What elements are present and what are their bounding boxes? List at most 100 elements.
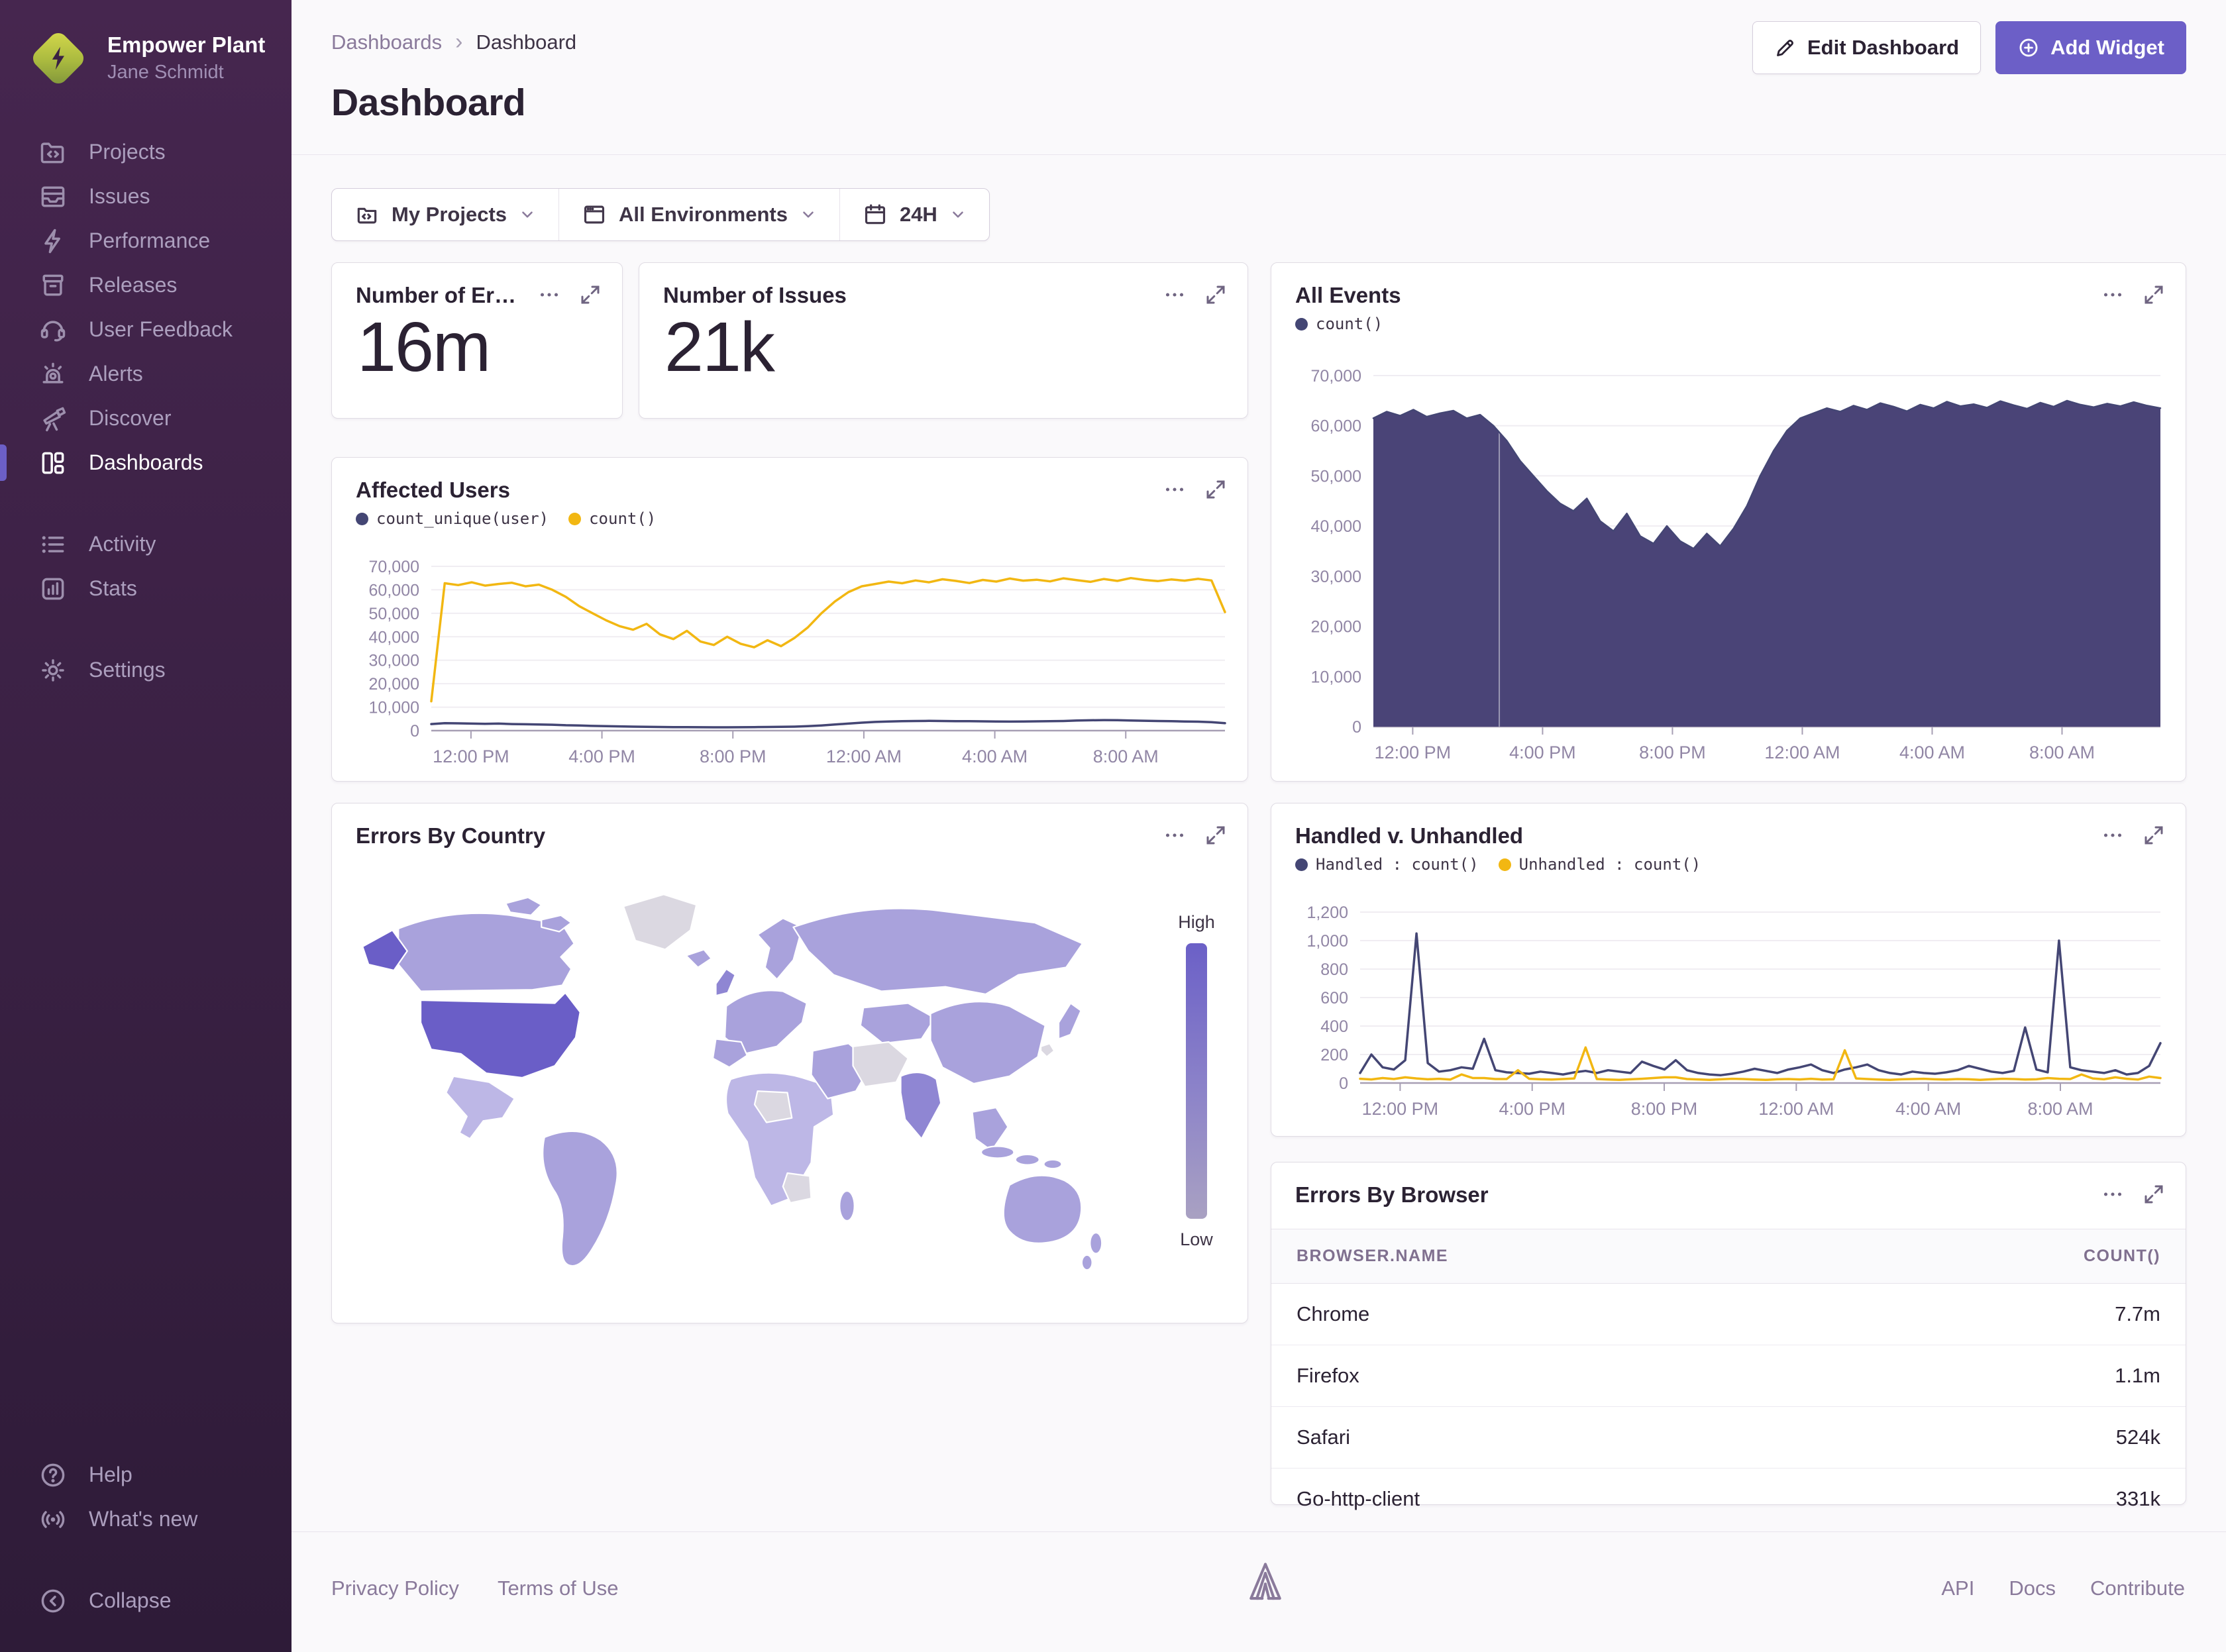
- docs-link[interactable]: Docs: [2009, 1576, 2056, 1600]
- svg-text:50,000: 50,000: [369, 605, 419, 623]
- sentry-logo[interactable]: [1240, 1558, 1291, 1608]
- expand-icon[interactable]: [1204, 478, 1228, 501]
- ellipsis-menu-icon[interactable]: [2101, 823, 2125, 847]
- table-row[interactable]: Firefox1.1m: [1271, 1345, 2186, 1407]
- footer-divider: [292, 1531, 2226, 1532]
- svg-text:1,000: 1,000: [1306, 932, 1348, 951]
- calendar-icon: [863, 202, 888, 227]
- sidebar-item-performance[interactable]: Performance: [0, 219, 292, 263]
- sidebar-item-user-feedback[interactable]: User Feedback: [0, 307, 292, 352]
- privacy-policy-link[interactable]: Privacy Policy: [331, 1576, 459, 1600]
- sidebar-item-collapse[interactable]: Collapse: [0, 1578, 292, 1623]
- footer-left-links: Privacy Policy Terms of Use: [331, 1576, 619, 1600]
- expand-icon[interactable]: [1204, 823, 1228, 847]
- ellipsis-menu-icon[interactable]: [2101, 1182, 2125, 1206]
- sidebar-item-alerts[interactable]: Alerts: [0, 352, 292, 396]
- ellipsis-menu-icon[interactable]: [1163, 283, 1187, 307]
- sidebar-item-issues[interactable]: Issues: [0, 174, 292, 219]
- column-browser-name: BROWSER.NAME: [1271, 1229, 1832, 1284]
- sidebar-item-help[interactable]: Help: [0, 1453, 292, 1497]
- user-feedback-icon: [38, 315, 68, 344]
- chevron-down-icon: [800, 206, 817, 223]
- expand-icon[interactable]: [2142, 823, 2166, 847]
- broadcast-icon: [38, 1505, 68, 1534]
- performance-icon: [38, 227, 68, 256]
- svg-text:8:00 AM: 8:00 AM: [2029, 743, 2095, 762]
- breadcrumb-dashboards-link[interactable]: Dashboards: [331, 30, 442, 54]
- svg-text:40,000: 40,000: [1311, 517, 1361, 536]
- map-color-legend: High Low: [1173, 912, 1220, 1250]
- table-header-row: BROWSER.NAME COUNT(): [1271, 1229, 2186, 1284]
- big-number-value: 16m: [357, 307, 490, 387]
- expand-icon[interactable]: [1204, 283, 1228, 307]
- widget-title: Handled v. Unhandled: [1295, 823, 1523, 849]
- expand-icon[interactable]: [2142, 283, 2166, 307]
- projects-icon: [38, 138, 68, 167]
- time-range-filter[interactable]: 24H: [839, 189, 989, 240]
- org-switcher[interactable]: Empower Plant Jane Schmidt: [29, 29, 272, 87]
- svg-text:400: 400: [1320, 1017, 1348, 1036]
- edit-dashboard-button[interactable]: Edit Dashboard: [1752, 21, 1981, 74]
- discover-icon: [38, 404, 68, 433]
- table-row[interactable]: Safari524k: [1271, 1407, 2186, 1469]
- chevron-down-icon: [949, 206, 967, 223]
- errors-by-browser-table: BROWSER.NAME COUNT() Chrome7.7mFirefox1.…: [1271, 1229, 2186, 1529]
- header-divider: [292, 154, 2226, 155]
- sidebar-footer: Help What's new Collapse: [0, 1453, 292, 1623]
- contribute-link[interactable]: Contribute: [2090, 1576, 2185, 1600]
- widget-errors-by-country: Errors By Country: [331, 803, 1248, 1323]
- releases-icon: [38, 271, 68, 300]
- svg-text:600: 600: [1320, 989, 1348, 1007]
- browser-name: Firefox: [1271, 1345, 1832, 1407]
- plus-circle-icon: [2017, 36, 2040, 59]
- legend-dot: [568, 513, 581, 525]
- svg-text:30,000: 30,000: [369, 652, 419, 670]
- sidebar-item-releases[interactable]: Releases: [0, 263, 292, 307]
- svg-text:12:00 PM: 12:00 PM: [1375, 743, 1452, 762]
- pencil-icon: [1774, 36, 1797, 59]
- svg-text:10,000: 10,000: [1311, 668, 1361, 686]
- sidebar-item-discover[interactable]: Discover: [0, 396, 292, 440]
- environment-filter[interactable]: All Environments: [558, 189, 839, 240]
- widget-number-of-issues: Number of Issues 21k: [639, 262, 1248, 419]
- terms-of-use-link[interactable]: Terms of Use: [498, 1576, 619, 1600]
- legend-gradient-bar: [1186, 943, 1207, 1219]
- sidebar-item-whats-new[interactable]: What's new: [0, 1497, 292, 1541]
- svg-text:4:00 AM: 4:00 AM: [962, 747, 1028, 766]
- table-row[interactable]: Chrome7.7m: [1271, 1284, 2186, 1345]
- widget-title: Number of Issues: [663, 283, 847, 308]
- footer-right-links: API Docs Contribute: [1941, 1576, 2185, 1600]
- api-link[interactable]: API: [1941, 1576, 1974, 1600]
- add-widget-button[interactable]: Add Widget: [1995, 21, 2186, 74]
- ellipsis-menu-icon[interactable]: [537, 283, 561, 307]
- legend-dot: [1295, 318, 1308, 331]
- legend-dot: [356, 513, 368, 525]
- org-avatar: [29, 29, 87, 87]
- svg-text:70,000: 70,000: [369, 558, 419, 576]
- svg-text:20,000: 20,000: [369, 675, 419, 694]
- project-filter[interactable]: My Projects: [332, 189, 558, 240]
- sidebar-item-activity[interactable]: Activity: [0, 522, 292, 566]
- sidebar: Empower Plant Jane Schmidt Projects Issu…: [0, 0, 292, 1652]
- breadcrumb-current: Dashboard: [476, 30, 576, 54]
- sidebar-item-projects[interactable]: Projects: [0, 130, 292, 174]
- expand-icon[interactable]: [578, 283, 602, 307]
- expand-icon[interactable]: [2142, 1182, 2166, 1206]
- lightning-bolt-icon: [44, 42, 73, 74]
- svg-text:12:00 AM: 12:00 AM: [1764, 743, 1840, 762]
- ellipsis-menu-icon[interactable]: [1163, 823, 1187, 847]
- sidebar-item-stats[interactable]: Stats: [0, 566, 292, 611]
- collapse-icon: [38, 1586, 68, 1616]
- ellipsis-menu-icon[interactable]: [1163, 478, 1187, 501]
- activity-icon: [38, 530, 68, 559]
- sidebar-item-settings[interactable]: Settings: [0, 648, 292, 692]
- filter-bar: My Projects All Environments 24H: [331, 188, 990, 241]
- alerts-icon: [38, 360, 68, 389]
- ellipsis-menu-icon[interactable]: [2101, 283, 2125, 307]
- widget-errors-by-browser: Errors By Browser BROWSER.NAME COUNT() C…: [1271, 1162, 2186, 1505]
- widget-title: Errors By Browser: [1295, 1182, 1489, 1208]
- table-row[interactable]: Go-http-client331k: [1271, 1469, 2186, 1530]
- sidebar-item-dashboards[interactable]: Dashboards: [0, 440, 292, 485]
- gear-icon: [38, 656, 68, 685]
- big-number-value: 21k: [664, 307, 774, 387]
